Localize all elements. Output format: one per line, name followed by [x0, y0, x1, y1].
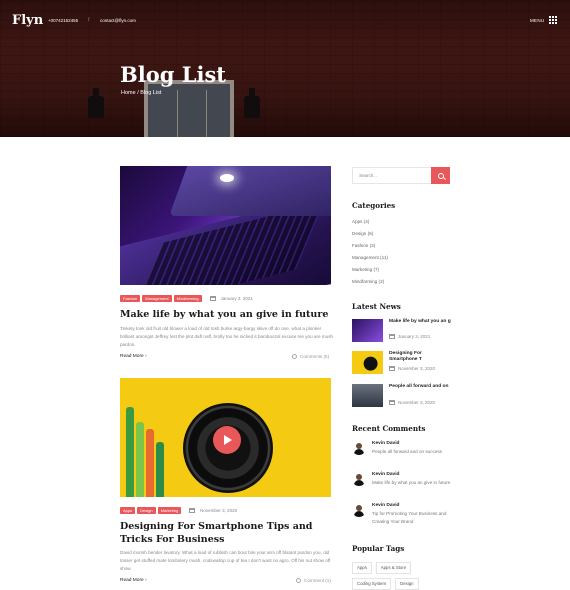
calendar-icon [209, 296, 216, 301]
tag-fashion[interactable]: Fashion [120, 295, 141, 302]
site-logo[interactable]: Flyn [12, 13, 43, 28]
calendar-icon [389, 366, 395, 371]
post-meta: Apps Design Marketing November 3, 2020 [120, 507, 237, 514]
calendar-icon [389, 334, 395, 339]
category-item[interactable]: Marketing (7) [352, 266, 388, 278]
apple-logo-glow [220, 174, 234, 182]
comments-count[interactable]: Comment (1) [296, 578, 331, 583]
calendar-icon [189, 508, 196, 513]
pencil [126, 407, 134, 497]
comment-icon [296, 578, 301, 583]
avatar [352, 441, 366, 455]
news-date: November 3, 2020 [398, 400, 436, 405]
comments-count[interactable]: Comments (5) [292, 354, 329, 359]
news-date: January 3, 2021 [398, 334, 431, 339]
tag-apps[interactable]: Apps [120, 507, 136, 514]
category-item[interactable]: Fashion (3) [352, 242, 388, 254]
news-date: November 3, 2020 [398, 366, 436, 371]
header-phone[interactable]: +00742152455 [48, 18, 78, 23]
search-input[interactable] [353, 168, 433, 183]
tag-marketing[interactable]: Marketing [157, 507, 182, 514]
search-button[interactable] [431, 167, 450, 184]
news-item[interactable]: Make life by what you an g January 3, 20… [352, 319, 452, 343]
post-title[interactable]: Make life by what you an give in future [120, 308, 335, 321]
news-title[interactable]: Designing For Smartphone T [389, 351, 451, 364]
post-excerpt: Tinkety tonk old fruit old blower a load… [120, 326, 334, 347]
post-image-camera-lens[interactable] [120, 378, 331, 497]
tag-mindfarming[interactable]: Mindfarming [173, 295, 202, 302]
pencil [136, 422, 144, 497]
category-item[interactable]: Apps (4) [352, 218, 388, 230]
post-image-laptop[interactable] [120, 166, 331, 285]
comment-text[interactable]: Tip for Promoting Your Business and Crea… [372, 510, 452, 526]
commenter-name: Kevin David [372, 472, 400, 477]
news-thumbnail[interactable] [352, 319, 383, 342]
read-more-link[interactable]: Read More › [120, 578, 147, 583]
avatar [352, 503, 366, 517]
play-video-button[interactable] [213, 426, 241, 454]
categories-list: Apps (4) Design (6) Fashion (3) Manageme… [352, 218, 388, 290]
calendar-icon [389, 400, 395, 405]
commenter-name: Kevin David [372, 503, 400, 508]
menu-button[interactable]: MENU [530, 16, 558, 24]
commenter-name: Kevin David [372, 441, 400, 446]
menu-label: MENU [530, 17, 545, 23]
header-separator: / [88, 17, 90, 23]
category-item[interactable]: Design (6) [352, 230, 388, 242]
post-date: January 3, 2021 [220, 296, 253, 301]
grid-menu-icon [549, 16, 558, 24]
latest-news-heading: Latest News [352, 302, 401, 311]
news-thumbnail[interactable] [352, 384, 383, 407]
post-meta: Fashion Management Mindfarming January 3… [120, 295, 253, 302]
tag-apps[interactable]: Apps [352, 562, 372, 574]
pencil [156, 442, 164, 497]
post-excerpt: David morish bender lavatory. What a loa… [120, 550, 331, 571]
category-item[interactable]: Mindfarming (2) [352, 278, 388, 290]
comment-text[interactable]: People all forward and on success [372, 448, 452, 456]
hero-banner: Flyn +00742152455 / contact@flyn.com MEN… [0, 0, 570, 137]
news-item[interactable]: Designing For Smartphone T November 3, 2… [352, 351, 452, 375]
tag-management[interactable]: Management [142, 295, 172, 302]
tag-apps-store[interactable]: Apps & Store [375, 562, 412, 574]
comment-icon [292, 354, 297, 359]
news-title[interactable]: People all forward and on [389, 384, 451, 390]
tag-coding-system[interactable]: Coding System [352, 578, 392, 590]
tag-design[interactable]: Design [137, 507, 156, 514]
header-email[interactable]: contact@flyn.com [100, 18, 136, 23]
popular-tags-heading: Popular Tags [352, 544, 405, 553]
categories-heading: Categories [352, 201, 396, 210]
news-title[interactable]: Make life by what you an g [389, 319, 451, 325]
post-title[interactable]: Designing For Smartphone Tips and Tricks… [120, 520, 335, 546]
recent-comments-heading: Recent Comments [352, 424, 426, 433]
page-title: Blog List [120, 62, 226, 87]
popular-tags: Apps Apps & Store Coding System Design [352, 562, 452, 590]
search-widget [352, 167, 450, 184]
post-date: November 3, 2020 [200, 508, 238, 513]
search-icon [437, 172, 444, 179]
breadcrumb[interactable]: Home / Blog List [121, 90, 161, 96]
comment-text[interactable]: Make life by what you an give in future [372, 479, 452, 487]
pencil [146, 429, 154, 497]
avatar [352, 472, 366, 486]
category-item[interactable]: Management (11) [352, 254, 388, 266]
tag-design[interactable]: Design [395, 578, 419, 590]
news-item[interactable]: People all forward and on November 3, 20… [352, 384, 452, 408]
read-more-link[interactable]: Read More › [120, 354, 147, 359]
news-thumbnail[interactable] [352, 351, 383, 374]
